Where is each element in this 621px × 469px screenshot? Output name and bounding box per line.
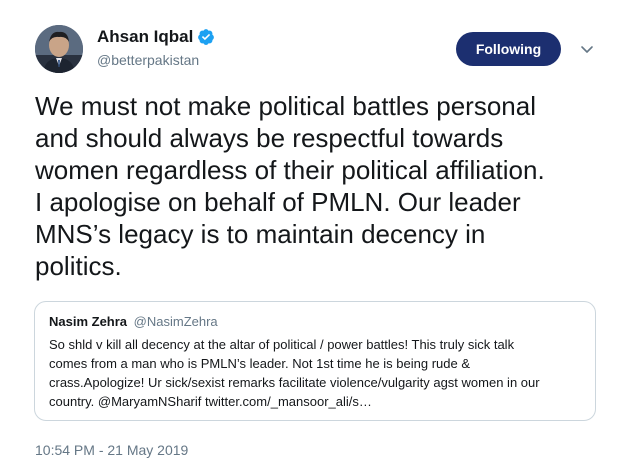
tweet-text: We must not make political battles perso… [35,90,595,282]
author-name-text: Ahsan Iqbal [97,27,194,46]
quoted-text-line: So shld v kill all decency at the altar … [49,337,515,352]
tweet-text-line: politics. [35,251,122,281]
quoted-tweet[interactable]: Nasim Zehra @NasimZehra So shld v kill a… [34,301,596,421]
verified-badge-icon [197,28,215,46]
author-avatar[interactable] [35,25,83,73]
quoted-author-name: Nasim Zehra [49,314,128,329]
tweet-card: Ahsan Iqbal @betterpakistan Following We… [0,0,621,469]
tweet-text-line: and should always be respectful towards [35,123,504,153]
quoted-text-line: crass.Apologize! Ur sick/sexist remarks … [49,375,540,390]
quoted-tweet-text: So shld v kill all decency at the altar … [49,335,581,411]
author-handle[interactable]: @betterpakistan [97,51,199,69]
chevron-down-icon[interactable] [578,40,596,58]
tweet-text-line: women regardless of their political affi… [35,155,545,185]
avatar-image [35,25,83,73]
quoted-text-line: comes from a man who is PMLN’s leader. N… [49,356,471,371]
tweet-timestamp[interactable]: 10:54 PM - 21 May 2019 [35,441,188,459]
quoted-author-handle: @NasimZehra [133,314,218,329]
quoted-text-line: country. @MaryamNSharif twitter.com/_man… [49,394,372,409]
tweet-text-line: MNS’s legacy is to maintain decency in [35,219,486,249]
tweet-text-line: I apologise on behalf of PMLN. Our leade… [35,187,521,217]
tweet-text-line: We must not make political battles perso… [35,91,536,121]
author-name[interactable]: Ahsan Iqbal [97,27,215,47]
quoted-tweet-header: Nasim Zehra @NasimZehra [49,313,581,331]
following-button[interactable]: Following [456,32,561,66]
